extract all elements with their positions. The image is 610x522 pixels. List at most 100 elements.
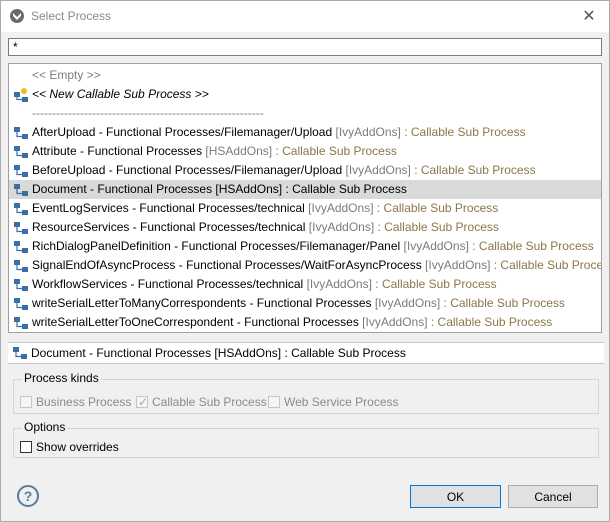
process-project: [IvyAddOns] bbox=[332, 125, 401, 139]
callable-subprocess-icon bbox=[13, 347, 27, 359]
process-list[interactable]: << Empty >> << New Callable Sub Process >… bbox=[8, 63, 602, 333]
process-path: - Functional Processes/technical bbox=[129, 220, 306, 234]
list-item[interactable]: Document - Functional Processes [HSAddOn… bbox=[9, 180, 601, 199]
process-project: [IvyAddOns] bbox=[371, 296, 441, 310]
axon-ivy-logo-icon bbox=[10, 9, 24, 23]
list-item[interactable]: WorkflowServices - Functional Processes/… bbox=[9, 275, 601, 294]
process-name: << New Callable Sub Process >> bbox=[32, 87, 209, 101]
process-name: WorkflowServices bbox=[32, 277, 128, 291]
process-project: [IvyAddOns] bbox=[358, 315, 428, 329]
callable-subprocess-icon bbox=[14, 165, 28, 177]
list-item[interactable]: EventLogServices - Functional Processes/… bbox=[9, 199, 601, 218]
cancel-button[interactable]: Cancel bbox=[508, 485, 598, 508]
list-item-new[interactable]: << New Callable Sub Process >> bbox=[9, 85, 601, 104]
list-item[interactable]: writeSerialLetterToManyCorrespondents - … bbox=[9, 294, 601, 313]
list-item[interactable]: writeSerialLetterToOneCorrespondent - Fu… bbox=[9, 313, 601, 332]
selection-status-text: Document - Functional Processes [HSAddOn… bbox=[31, 346, 406, 360]
process-name: << Empty >> bbox=[32, 68, 101, 82]
process-name: ResourceServices bbox=[32, 220, 130, 234]
callable-subprocess-icon bbox=[14, 298, 28, 310]
process-name: ----------------------------------------… bbox=[32, 106, 264, 120]
options-title: Options bbox=[22, 420, 68, 434]
list-item[interactable]: Attribute - Functional Processes [HSAddO… bbox=[9, 142, 601, 161]
dialog-title: Select Process bbox=[31, 9, 112, 23]
checkbox-box bbox=[136, 394, 148, 410]
process-name: Document bbox=[32, 182, 87, 196]
list-item-text: Attribute - Functional Processes [HSAddO… bbox=[32, 142, 397, 161]
callable-subprocess-icon bbox=[14, 184, 28, 196]
process-path: - Functional Processes/WaitForAsyncProce… bbox=[175, 258, 422, 272]
callable-subprocess-icon bbox=[14, 279, 28, 291]
list-item[interactable]: SignalEndOfAsyncProcess - Functional Pro… bbox=[9, 256, 601, 275]
process-name: EventLogServices bbox=[32, 201, 129, 215]
process-path: - Functional Processes/Filemanager/Uploa… bbox=[95, 125, 333, 139]
title-bar: Select Process ✕ bbox=[1, 1, 609, 32]
list-item-text: RichDialogPanelDefinition - Functional P… bbox=[32, 237, 594, 256]
list-item-text: ----------------------------------------… bbox=[32, 104, 264, 123]
list-item-text: ResourceServices - Functional Processes/… bbox=[32, 218, 499, 237]
process-project: [IvyAddOns] bbox=[305, 220, 375, 234]
process-project: [HSAddOns] bbox=[202, 144, 273, 158]
process-name: SignalEndOfAsyncProcess bbox=[32, 258, 176, 272]
process-kind: : Callable Sub Process bbox=[468, 239, 594, 253]
process-project: [IvyAddOns] bbox=[304, 201, 374, 215]
process-path: - Functional Processes bbox=[246, 296, 372, 310]
process-kind: : Callable Sub Process bbox=[373, 201, 499, 215]
close-icon[interactable]: ✕ bbox=[579, 6, 599, 26]
callable-sub-process-label: Callable Sub Process bbox=[152, 395, 267, 409]
list-item-text: << New Callable Sub Process >> bbox=[32, 85, 209, 104]
show-overrides-label[interactable]: Show overrides bbox=[36, 440, 119, 454]
list-item[interactable]: AfterUpload - Functional Processes/Filem… bbox=[9, 123, 601, 142]
ok-button[interactable]: OK bbox=[410, 485, 501, 508]
process-name: RichDialogPanelDefinition bbox=[32, 239, 171, 253]
callable-subprocess-icon bbox=[14, 127, 28, 139]
list-item-text: writeSerialLetterToOneCorrespondent - Fu… bbox=[32, 313, 552, 332]
process-path: - Functional Processes bbox=[76, 144, 203, 158]
checkbox-box bbox=[268, 396, 280, 408]
selection-status: Document - Functional Processes [HSAddOn… bbox=[8, 342, 604, 364]
list-item-text: BeforeUpload - Functional Processes/File… bbox=[32, 161, 536, 180]
checkbox-box[interactable] bbox=[20, 441, 32, 453]
list-item-empty[interactable]: << Empty >> bbox=[9, 66, 601, 85]
web-service-process-label: Web Service Process bbox=[284, 395, 399, 409]
list-item-text: << Empty >> bbox=[32, 66, 101, 85]
callable-subprocess-icon bbox=[14, 222, 28, 234]
business-process-checkbox: Business Process bbox=[20, 394, 131, 410]
business-process-label: Business Process bbox=[36, 395, 132, 409]
process-kind: : Callable Sub Process bbox=[371, 277, 497, 291]
list-item[interactable]: BeforeUpload - Functional Processes/File… bbox=[9, 161, 601, 180]
process-kind: : Callable Sub Process bbox=[410, 163, 536, 177]
process-kinds-group: Process kinds Business Process Callable … bbox=[13, 371, 599, 414]
help-icon[interactable]: ? bbox=[17, 485, 39, 507]
process-project: [IvyAddOns] bbox=[400, 239, 469, 253]
list-item[interactable]: RichDialogPanelDefinition - Functional P… bbox=[9, 237, 601, 256]
list-item-separator: ----------------------------------------… bbox=[9, 104, 601, 123]
callable-subprocess-icon bbox=[14, 203, 28, 215]
process-kind: : Callable Sub Process bbox=[272, 144, 397, 158]
process-name: Attribute bbox=[32, 144, 77, 158]
options-group: Options Show overrides bbox=[13, 420, 599, 458]
list-item-text: WorkflowServices - Functional Processes/… bbox=[32, 275, 497, 294]
callable-subprocess-icon bbox=[14, 241, 28, 253]
process-kind: : Callable Sub Process bbox=[440, 296, 565, 310]
filter-input[interactable] bbox=[8, 38, 602, 56]
new-subprocess-icon bbox=[14, 88, 28, 102]
process-project: [HSAddOns] bbox=[212, 182, 283, 196]
callable-sub-process-checkbox: Callable Sub Process bbox=[136, 394, 267, 410]
process-kind: : Callable Sub Process bbox=[282, 182, 407, 196]
list-item[interactable]: ResourceServices - Functional Processes/… bbox=[9, 218, 601, 237]
process-kind: : Callable Sub Process bbox=[400, 125, 526, 139]
process-name: BeforeUpload bbox=[32, 163, 106, 177]
list-item-text: SignalEndOfAsyncProcess - Functional Pro… bbox=[32, 256, 602, 275]
process-kind: : Callable Sub Process bbox=[374, 220, 499, 234]
checkbox-box bbox=[20, 396, 32, 408]
callable-subprocess-icon bbox=[14, 146, 28, 158]
process-path: - Functional Processes/Filemanager/Panel bbox=[170, 239, 401, 253]
select-process-dialog: Select Process ✕ << Empty >> << New Calla… bbox=[0, 0, 610, 522]
process-path: - Functional Processes/Filemanager/Uploa… bbox=[105, 163, 343, 177]
process-path: - Functional Processes/technical bbox=[127, 277, 304, 291]
process-kind: : Callable Sub Process bbox=[493, 258, 602, 272]
show-overrides-checkbox[interactable]: Show overrides bbox=[20, 439, 119, 455]
process-path: - Functional Processes bbox=[86, 182, 213, 196]
process-path: - Functional Processes/technical bbox=[128, 201, 305, 215]
